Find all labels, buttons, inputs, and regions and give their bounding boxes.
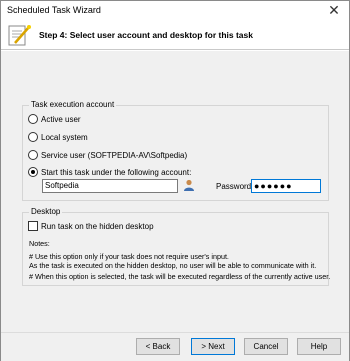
- checkbox-label: Run task on the hidden desktop: [41, 221, 154, 231]
- note-line: # When this option is selected, the task…: [29, 272, 331, 281]
- radio-circle[interactable]: [28, 150, 38, 160]
- step-heading: Step 4: Select user account and desktop …: [39, 30, 253, 40]
- run-hidden-checkbox[interactable]: Run task on the hidden desktop: [28, 221, 154, 231]
- radio-circle[interactable]: [28, 132, 38, 142]
- note-line: As the task is executed on the hidden de…: [29, 261, 317, 270]
- radio-active-user[interactable]: Active user: [28, 114, 81, 124]
- account-group-legend: Task execution account: [29, 100, 117, 109]
- wizard-header: Step 4: Select user account and desktop …: [1, 20, 349, 50]
- radio-local-system[interactable]: Local system: [28, 132, 88, 142]
- radio-label: Start this task under the following acco…: [41, 167, 192, 177]
- close-icon[interactable]: ✕: [319, 1, 349, 19]
- desktop-group-legend: Desktop: [29, 207, 63, 216]
- password-label: Password:: [216, 182, 254, 191]
- radio-label: Local system: [41, 132, 88, 142]
- window-title: Scheduled Task Wizard: [7, 5, 101, 15]
- user-picker-icon[interactable]: [183, 179, 195, 192]
- back-button[interactable]: < Back: [136, 338, 180, 355]
- username-field[interactable]: Softpedia: [42, 179, 178, 193]
- radio-service-user[interactable]: Service user (SOFTPEDIA-AV\Softpedia): [28, 150, 187, 160]
- next-button[interactable]: > Next: [191, 338, 235, 355]
- password-field[interactable]: ●●●●●●: [251, 179, 321, 193]
- radio-label: Service user (SOFTPEDIA-AV\Softpedia): [41, 150, 188, 160]
- title-bar: Scheduled Task Wizard ✕: [1, 1, 349, 20]
- wizard-icon: [8, 25, 31, 46]
- wizard-window: Scheduled Task Wizard ✕ Step 4: Select u…: [0, 0, 350, 361]
- radio-circle[interactable]: [28, 167, 38, 177]
- radio-circle[interactable]: [28, 114, 38, 124]
- radio-label: Active user: [41, 114, 81, 124]
- checkbox-box[interactable]: [28, 221, 38, 231]
- radio-specific-account[interactable]: Start this task under the following acco…: [28, 167, 191, 177]
- notes-title: Notes:: [29, 239, 50, 248]
- note-line: # Use this option only if your task does…: [29, 252, 229, 261]
- help-button[interactable]: Help: [297, 338, 341, 355]
- cancel-button[interactable]: Cancel: [244, 338, 288, 355]
